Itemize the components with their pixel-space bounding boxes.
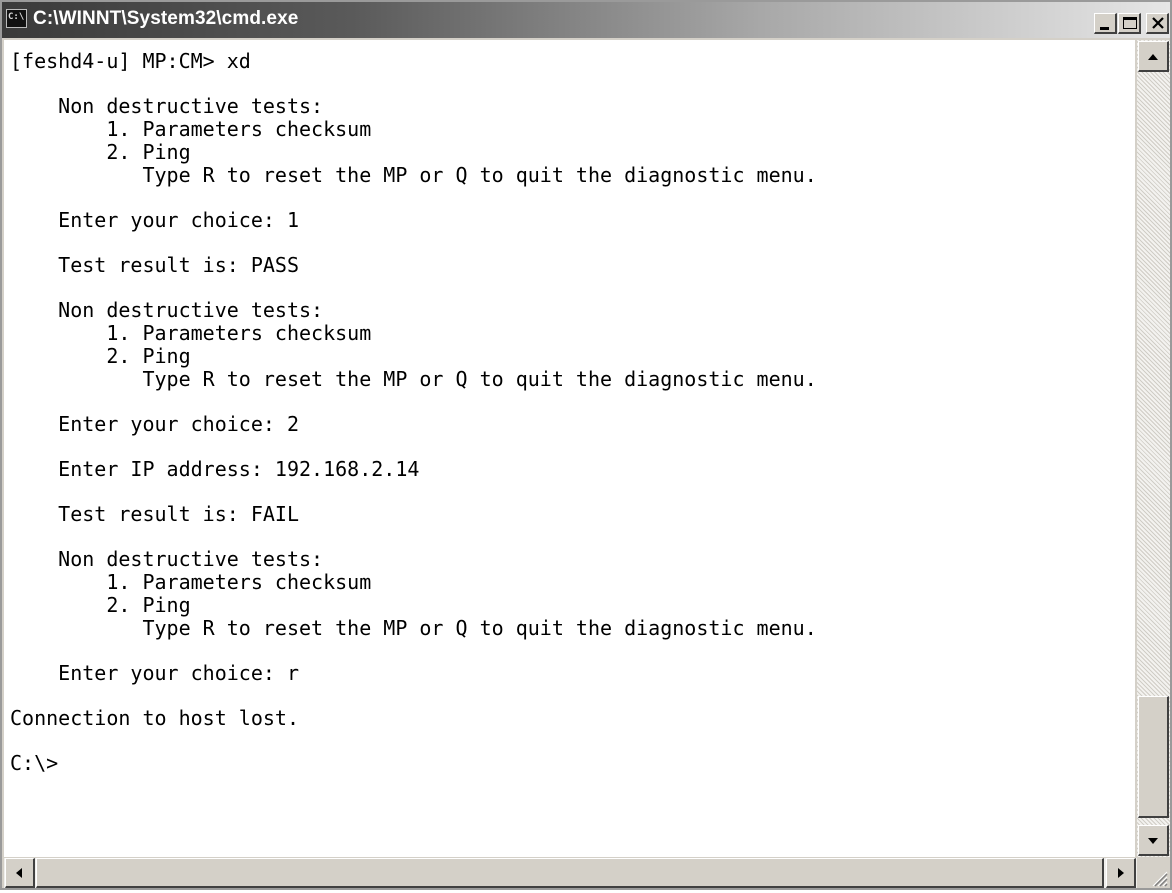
arrow-left-icon (16, 868, 22, 878)
console-line: Enter your choice: 2 (10, 412, 299, 436)
console-line: Enter IP address: 192.168.2.14 (10, 457, 420, 481)
minimize-icon (1100, 27, 1109, 30)
console-line: 1. Parameters checksum (10, 117, 372, 141)
console-line: 2. Ping (10, 140, 191, 164)
console-line: Non destructive tests: (10, 298, 324, 322)
console-line: Test result is: FAIL (10, 502, 299, 526)
maximize-icon (1123, 17, 1137, 29)
close-icon (1152, 17, 1164, 29)
resize-grip-icon (1152, 871, 1168, 887)
scroll-right-button[interactable] (1106, 858, 1136, 888)
window-title: C:\WINNT\System32\cmd.exe (33, 8, 299, 29)
arrow-down-icon (1148, 838, 1158, 844)
close-button[interactable] (1146, 13, 1169, 34)
scroll-left-button[interactable] (5, 858, 35, 888)
arrow-right-icon (1118, 868, 1124, 878)
cmd-window: C:\ C:\WINNT\System32\cmd.exe [feshd4-u]… (0, 0, 1172, 890)
console-line: 2. Ping (10, 593, 191, 617)
minimize-button[interactable] (1094, 13, 1117, 34)
console-line: Enter your choice: r (10, 661, 299, 685)
cmd-window-icon[interactable]: C:\ (6, 9, 27, 28)
scroll-up-button[interactable] (1138, 41, 1169, 72)
console-line: Type R to reset the MP or Q to quit the … (10, 367, 817, 391)
console-line: Enter your choice: 1 (10, 208, 299, 232)
vertical-scroll-thumb[interactable] (1138, 696, 1169, 818)
console-line: 1. Parameters checksum (10, 321, 372, 345)
console-output[interactable]: [feshd4-u] MP:CM> xd Non destructive tes… (4, 40, 1135, 857)
arrow-up-icon (1148, 54, 1158, 60)
console-line: C:\> (10, 751, 59, 775)
console-line: Type R to reset the MP or Q to quit the … (10, 616, 817, 640)
console-line: Test result is: PASS (10, 253, 299, 277)
console-line: Type R to reset the MP or Q to quit the … (10, 163, 817, 187)
console-line: 2. Ping (10, 344, 191, 368)
console-line: Non destructive tests: (10, 547, 324, 571)
horizontal-scroll-thumb[interactable] (36, 858, 1104, 888)
console-line: Non destructive tests: (10, 94, 324, 118)
console-line: 1. Parameters checksum (10, 570, 372, 594)
horizontal-scrollbar[interactable] (4, 858, 1137, 888)
vertical-scrollbar[interactable] (1137, 40, 1170, 857)
console-line: [feshd4-u] MP:CM> xd (10, 49, 251, 73)
title-bar[interactable]: C:\ C:\WINNT\System32\cmd.exe (2, 2, 1170, 38)
maximize-button[interactable] (1118, 13, 1141, 34)
size-grip[interactable] (1137, 858, 1170, 888)
console-line: Connection to host lost. (10, 706, 299, 730)
scroll-down-button[interactable] (1138, 825, 1169, 856)
